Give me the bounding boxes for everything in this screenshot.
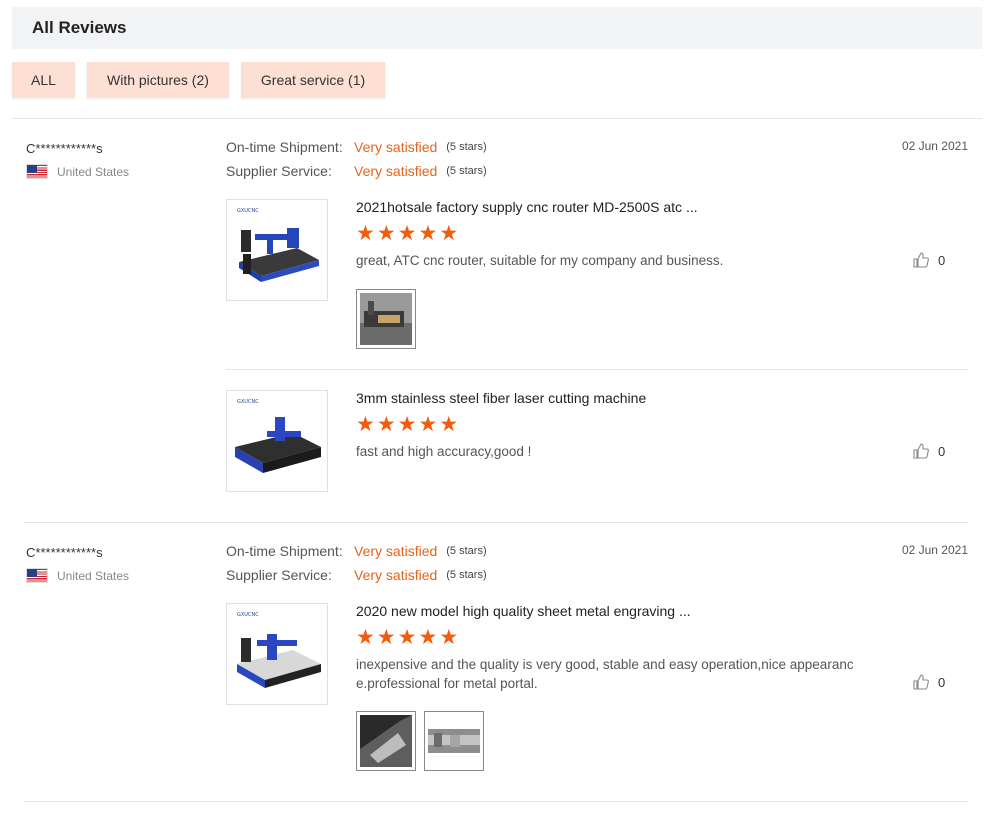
review-text: fast and high accuracy,good ! (356, 444, 532, 459)
thumbs-up-icon (913, 252, 929, 268)
country-label: United States (57, 164, 130, 179)
review-date: 02 Jun 2021 (901, 543, 968, 557)
order-ratings: On-time Shipment: Very satisfied (5 star… (226, 135, 487, 183)
shipment-label: On-time Shipment: (226, 139, 343, 155)
review-photo[interactable] (356, 289, 416, 349)
star-icon: ★ (418, 222, 438, 245)
reviewer-name: C************s (26, 545, 103, 560)
star-icon: ★ (397, 222, 417, 245)
product-thumbnail[interactable]: GXUCNC (226, 390, 328, 492)
service-value: Very satisfied (354, 567, 438, 583)
divider (12, 118, 982, 119)
reviewer-name: C************s (26, 141, 103, 156)
service-stars: (5 stars) (446, 569, 487, 581)
star-icon: ★ (397, 413, 417, 436)
shipment-rating: On-time Shipment: Very satisfied (5 star… (226, 135, 487, 159)
like-count: 0 (938, 252, 946, 268)
service-rating: Supplier Service: Very satisfied (5 star… (226, 159, 487, 183)
star-icon: ★ (439, 626, 459, 649)
reviewed-product: GXUCNC 2020 new model high quality sheet… (226, 603, 968, 773)
shipment-stars: (5 stars) (446, 545, 487, 557)
divider (24, 522, 968, 523)
product-title[interactable]: 2021hotsale factory supply cnc router MD… (356, 199, 698, 215)
like-button[interactable]: 0 (912, 442, 945, 460)
svg-text:GXUCNC: GXUCNC (237, 399, 259, 405)
divider (24, 801, 968, 802)
star-icon: ★ (356, 413, 375, 436)
star-icon: ★ (356, 626, 375, 649)
service-rating: Supplier Service: Very satisfied (5 star… (226, 563, 487, 587)
like-count: 0 (938, 674, 946, 690)
star-icon: ★ (439, 413, 459, 436)
product-rating: ★ ★ ★ ★ ★ (356, 223, 460, 244)
service-label: Supplier Service: (226, 567, 332, 583)
review-text: great, ATC cnc router, suitable for my c… (356, 253, 724, 268)
review-photo[interactable] (424, 711, 484, 771)
divider (226, 369, 968, 370)
reviews-header: All Reviews (12, 7, 982, 49)
product-rating: ★ ★ ★ ★ ★ (356, 414, 460, 435)
svg-text:GXUCNC: GXUCNC (237, 208, 259, 214)
reviewed-product: GXUCNC 2021hotsale factory supply cnc ro… (226, 199, 968, 349)
review-filters: ALL With pictures (2) Great service (1) (12, 62, 397, 98)
svg-text:GXUCNC: GXUCNC (237, 612, 259, 618)
filter-all-button[interactable]: ALL (12, 62, 75, 98)
star-icon: ★ (418, 626, 438, 649)
filter-great-service-button[interactable]: Great service (1) (240, 62, 386, 98)
reviewer-country: United States (26, 164, 129, 179)
us-flag-icon (26, 164, 48, 179)
review-date: 02 Jun 2021 (901, 139, 968, 153)
reviewed-product: GXUCNC 3mm stainless steel fiber laser c… (226, 390, 968, 494)
star-icon: ★ (439, 222, 459, 245)
shipment-rating: On-time Shipment: Very satisfied (5 star… (226, 539, 487, 563)
thumbs-up-icon (913, 674, 929, 690)
star-icon: ★ (397, 626, 417, 649)
country-label: United States (57, 568, 130, 583)
thumbs-up-icon (913, 443, 929, 459)
product-title[interactable]: 2020 new model high quality sheet metal … (356, 603, 691, 619)
shipment-value: Very satisfied (354, 139, 438, 155)
service-value: Very satisfied (354, 163, 438, 179)
shipment-value: Very satisfied (354, 543, 438, 559)
shipment-label: On-time Shipment: (226, 543, 343, 559)
product-rating: ★ ★ ★ ★ ★ (356, 627, 460, 648)
product-thumbnail[interactable]: GXUCNC (226, 603, 328, 705)
review-item: C************s United States On-time Shi… (12, 138, 982, 522)
service-stars: (5 stars) (446, 165, 487, 177)
product-title[interactable]: 3mm stainless steel fiber laser cutting … (356, 390, 646, 406)
service-label: Supplier Service: (226, 163, 332, 179)
reviewer-country: United States (26, 568, 129, 583)
like-count: 0 (938, 443, 946, 459)
order-ratings: On-time Shipment: Very satisfied (5 star… (226, 539, 487, 587)
review-item: C************s United States On-time Shi… (12, 542, 982, 802)
like-button[interactable]: 0 (912, 673, 945, 691)
review-text: inexpensive and the quality is very good… (356, 657, 854, 691)
filter-with-pictures-button[interactable]: With pictures (2) (87, 62, 229, 98)
star-icon: ★ (418, 413, 438, 436)
like-button[interactable]: 0 (912, 251, 945, 269)
star-icon: ★ (376, 222, 396, 245)
shipment-stars: (5 stars) (446, 141, 487, 153)
product-thumbnail[interactable]: GXUCNC (226, 199, 328, 301)
review-photo[interactable] (356, 711, 416, 771)
star-icon: ★ (376, 413, 396, 436)
star-icon: ★ (356, 222, 375, 245)
us-flag-icon (26, 568, 48, 583)
star-icon: ★ (376, 626, 396, 649)
page-title: All Reviews (32, 18, 127, 37)
